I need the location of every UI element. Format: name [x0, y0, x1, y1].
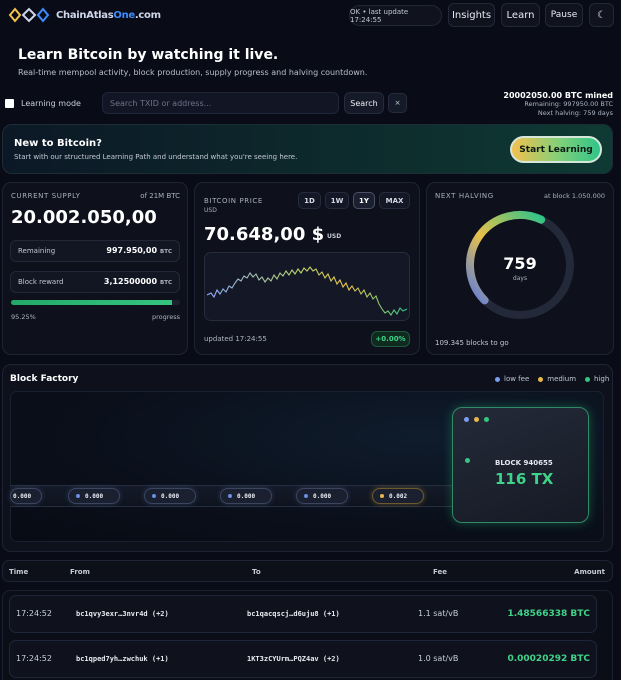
- tx-table-header: [2, 560, 613, 582]
- tx-pill[interactable]: 0.000: [220, 488, 272, 504]
- brand-name: ChainAtlasOne.com: [56, 9, 161, 21]
- block-indicator: [465, 458, 470, 463]
- status-pill: OK • last update 17:24:55: [349, 5, 442, 26]
- price-currency: USD: [204, 207, 217, 214]
- learn-button[interactable]: Learn: [501, 3, 540, 27]
- banner-text: Start with our structured Learning Path …: [14, 153, 298, 161]
- learning-mode-label: Learning mode: [21, 99, 81, 108]
- chain-link-icon: [8, 7, 50, 23]
- block-height: BLOCK 940655: [495, 459, 553, 467]
- mined-remaining: Remaining: 997950.00 BTC: [524, 100, 613, 108]
- price-unit: USD: [327, 233, 342, 240]
- supply-progress-label: progress: [151, 313, 180, 321]
- range-1d-button[interactable]: 1D: [298, 192, 321, 209]
- halving-blocks-to-go: 109.345 blocks to go: [435, 339, 509, 347]
- halving-days-value: 759: [503, 254, 537, 273]
- tx-dot: [380, 494, 384, 498]
- start-learning-button[interactable]: Start Learning: [510, 136, 602, 163]
- block-light: [464, 417, 469, 422]
- block-tx-count: 116 TX: [495, 470, 554, 488]
- mined-next-halving: Next halving: 759 days: [537, 109, 613, 117]
- remaining-value: 997.950,00 BTC: [106, 246, 172, 255]
- price-sparkline-line: [206, 266, 408, 316]
- row-to[interactable]: bc1qacqscj…d6uju8 (+1): [247, 610, 340, 618]
- row-amount: 1.48566338 BTC: [507, 609, 590, 619]
- halving-days-unit: days: [512, 275, 528, 282]
- tx-pill[interactable]: 0.000: [10, 488, 42, 504]
- block-factory-title: Block Factory: [10, 374, 79, 384]
- fee-legend: low fee medium high: [495, 375, 609, 383]
- tx-dot: [152, 494, 156, 498]
- col-fee: Fee: [433, 568, 447, 576]
- legend-dot: [495, 376, 500, 382]
- legend-dot: [538, 376, 544, 382]
- learning-mode-checkbox[interactable]: [5, 99, 14, 108]
- close-icon: ×: [394, 99, 401, 107]
- remaining-label: Remaining: [18, 247, 56, 255]
- range-1w-button[interactable]: 1W: [325, 192, 349, 209]
- block-light: [474, 417, 479, 422]
- range-max-button[interactable]: MAX: [379, 192, 410, 209]
- search-button[interactable]: Search: [344, 92, 384, 114]
- clear-search-button[interactable]: ×: [388, 93, 407, 113]
- price-updated: updated 17:24:55: [204, 335, 267, 343]
- col-to: To: [252, 568, 261, 576]
- supply-progress-percent: 95.25%: [11, 313, 36, 321]
- row-fee: 1.1 sat/vB: [418, 609, 459, 618]
- col-amount: Amount: [574, 568, 605, 576]
- mined-headline: 20002050.00 BTC mined: [503, 91, 613, 100]
- halving-at-block: at block 1.050.000: [544, 192, 605, 200]
- search-input[interactable]: [102, 92, 339, 114]
- row-from[interactable]: bc1qped7yh…zwchuk (+1): [76, 655, 169, 663]
- row-fee: 1.0 sat/vB: [418, 654, 459, 663]
- moon-icon: ☾: [597, 9, 606, 21]
- tx-pill[interactable]: 0.002: [372, 488, 424, 504]
- tx-dot: [76, 494, 80, 498]
- supply-label: CURRENT SUPPLY: [11, 192, 81, 200]
- price-sparkline-svg: [206, 266, 408, 316]
- supply-progress-fill: [11, 300, 172, 305]
- row-from[interactable]: bc1qvy3exr…3nvr4d (+2): [76, 610, 169, 618]
- supply-of-total: of 21M BTC: [140, 192, 180, 200]
- legend-medium-fee: medium: [538, 375, 576, 383]
- col-time: Time: [9, 568, 29, 576]
- price-sparkline: [204, 252, 410, 321]
- block-lights: [464, 417, 489, 422]
- row-to[interactable]: 1KT3zCYUrm…PQZ4av (+2): [247, 655, 340, 663]
- price-change-badge: +0.00%: [371, 331, 410, 347]
- col-from: From: [70, 568, 90, 576]
- page-title: Learn Bitcoin by watching it live.: [18, 47, 279, 63]
- tx-dot: [304, 494, 308, 498]
- pause-button[interactable]: Pause: [545, 3, 583, 27]
- page-subtitle: Real-time mempool activity, block produc…: [18, 68, 368, 77]
- price-value: 70.648,00 $: [204, 224, 325, 245]
- range-1y-button[interactable]: 1Y: [353, 192, 375, 209]
- mined-summary: 20002050.00 BTC mined Remaining: 997950.…: [503, 91, 613, 118]
- tx-pill[interactable]: 0.000: [68, 488, 120, 504]
- row-time: 17:24:52: [16, 609, 52, 618]
- block-reward-label: Block reward: [18, 278, 64, 286]
- tx-dot: [228, 494, 232, 498]
- theme-toggle-button[interactable]: ☾: [589, 3, 614, 27]
- row-time: 17:24:52: [16, 654, 52, 663]
- insights-button[interactable]: Insights: [448, 3, 495, 27]
- banner-title: New to Bitcoin?: [14, 138, 102, 149]
- legend-dot: [585, 376, 591, 382]
- legend-low-fee: low fee: [495, 375, 529, 383]
- supply-value: 20.002.050,00: [11, 207, 157, 228]
- supply-progress-bar: [11, 300, 180, 305]
- brand-logo[interactable]: ChainAtlasOne.com: [6, 6, 161, 24]
- tx-pill[interactable]: 0.000: [296, 488, 348, 504]
- price-label: BITCOIN PRICE: [204, 197, 263, 205]
- tx-pill[interactable]: 0.000: [144, 488, 196, 504]
- row-amount: 0.00020292 BTC: [507, 654, 590, 664]
- halving-label: NEXT HALVING: [435, 192, 494, 200]
- block-reward-value: 3,12500000 BTC: [103, 277, 172, 286]
- legend-high-fee: high: [585, 375, 609, 383]
- block-light: [484, 417, 489, 422]
